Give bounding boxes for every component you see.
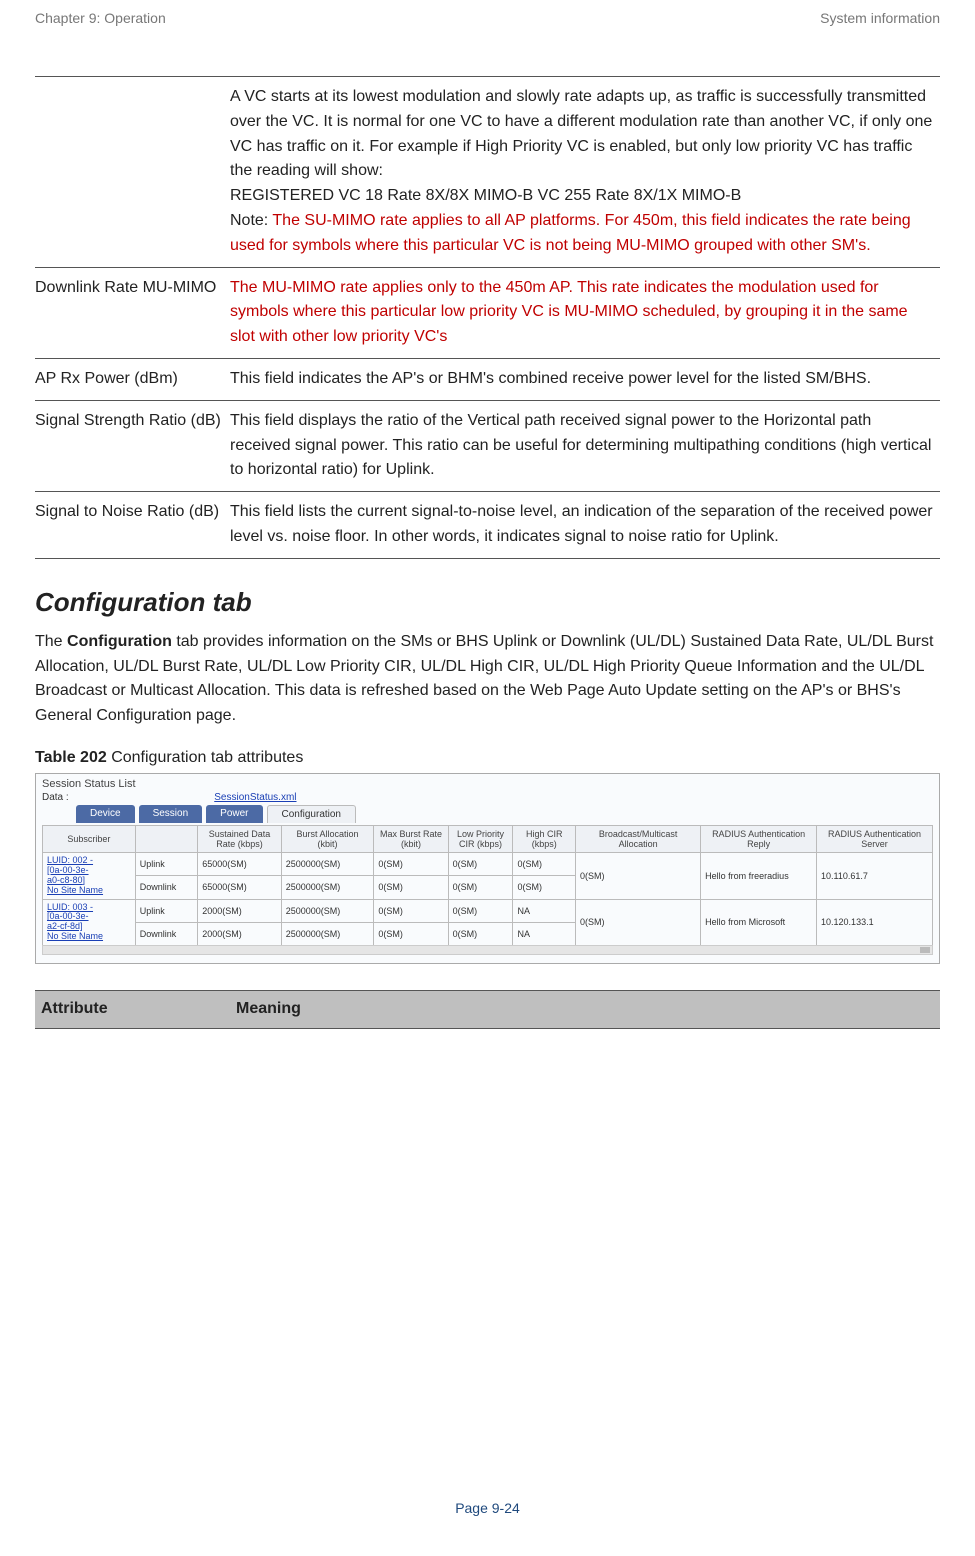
cell-bma: 0(SM) <box>576 899 701 946</box>
tab-configuration[interactable]: Configuration <box>267 805 356 823</box>
cell-mbr: 0(SM) <box>374 876 448 899</box>
cell-sdr: 2000(SM) <box>198 899 281 922</box>
cell-hc: NA <box>513 899 576 922</box>
tab-power[interactable]: Power <box>206 805 262 823</box>
sub-line: No Site Name <box>47 886 131 896</box>
cell-hc: 0(SM) <box>513 852 576 875</box>
cell-mbr: 0(SM) <box>374 922 448 945</box>
col-rar: RADIUS Authentication Reply <box>701 825 817 852</box>
cell-lpc: 0(SM) <box>448 922 513 945</box>
data-line: Data : SessionStatus.xml <box>42 792 933 803</box>
sub-line: No Site Name <box>47 932 131 942</box>
attr-name: AP Rx Power (dBm) <box>35 358 230 400</box>
attr-desc: This field indicates the AP's or BHM's c… <box>230 358 940 400</box>
cell-ras: 10.110.61.7 <box>817 852 933 899</box>
header-right: System information <box>820 10 940 26</box>
attr-body: A VC starts at its lowest modulation and… <box>230 88 932 204</box>
cell-mbr: 0(SM) <box>374 899 448 922</box>
header-attribute: Attribute <box>35 991 230 1029</box>
attr-desc: The MU-MIMO rate applies only to the 450… <box>230 267 940 358</box>
cell-sdr: 65000(SM) <box>198 852 281 875</box>
note-prefix: Note: <box>230 212 272 229</box>
col-ba: Burst Allocation (kbit) <box>281 825 374 852</box>
section-paragraph: The Configuration tab provides informati… <box>35 630 940 729</box>
col-ras: RADIUS Authentication Server <box>817 825 933 852</box>
attr-name: Signal to Noise Ratio (dB) <box>35 492 230 559</box>
table-row: LUID: 002 - [0a-00-3e- a0-c8-80] No Site… <box>43 852 933 875</box>
cell-mbr: 0(SM) <box>374 852 448 875</box>
attr-name <box>35 77 230 268</box>
attribute-table-1: A VC starts at its lowest modulation and… <box>35 76 940 559</box>
para-prefix: The <box>35 633 67 650</box>
cell-lpc: 0(SM) <box>448 899 513 922</box>
header-meaning: Meaning <box>230 991 940 1029</box>
scrollbar-thumb[interactable] <box>920 947 930 953</box>
col-sdr: Sustained Data Rate (kbps) <box>198 825 281 852</box>
cell-ras: 10.120.133.1 <box>817 899 933 946</box>
page-number: Page 9-24 <box>455 1500 520 1516</box>
cell-ba: 2500000(SM) <box>281 876 374 899</box>
cell-ba: 2500000(SM) <box>281 852 374 875</box>
page-footer: Page 9-24 <box>0 1500 975 1516</box>
tab-row: Device Session Power Configuration <box>76 805 933 823</box>
note-red: The SU-MIMO rate applies to all AP platf… <box>230 212 911 254</box>
cell-hc: 0(SM) <box>513 876 576 899</box>
grid-header-row: Subscriber Sustained Data Rate (kbps) Bu… <box>43 825 933 852</box>
para-bold: Configuration <box>67 633 172 650</box>
attr-name: Downlink Rate MU-MIMO <box>35 267 230 358</box>
attr-desc: This field lists the current signal-to-n… <box>230 492 940 559</box>
tab-session[interactable]: Session <box>139 805 203 823</box>
cell-subscriber[interactable]: LUID: 002 - [0a-00-3e- a0-c8-80] No Site… <box>43 852 136 899</box>
data-label: Data : <box>42 792 69 803</box>
table-row: LUID: 003 - [0a-00-3e- a2-cf-8d] No Site… <box>43 899 933 922</box>
cell-dir: Uplink <box>135 852 198 875</box>
attr-desc: A VC starts at its lowest modulation and… <box>230 77 940 268</box>
cell-lpc: 0(SM) <box>448 852 513 875</box>
tab-device[interactable]: Device <box>76 805 135 823</box>
cell-bma: 0(SM) <box>576 852 701 899</box>
panel-title: Session Status List <box>42 778 933 790</box>
cell-rar: Hello from freeradius <box>701 852 817 899</box>
col-mbr: Max Burst Rate (kbit) <box>374 825 448 852</box>
col-bma: Broadcast/Multicast Allocation <box>576 825 701 852</box>
horizontal-scrollbar[interactable] <box>42 945 933 955</box>
cell-ba: 2500000(SM) <box>281 922 374 945</box>
caption-bold: Table 202 <box>35 749 107 766</box>
col-hc: High CIR (kbps) <box>513 825 576 852</box>
attr-desc: This field displays the ratio of the Ver… <box>230 400 940 491</box>
table-caption: Table 202 Configuration tab attributes <box>35 749 940 767</box>
cell-rar: Hello from Microsoft <box>701 899 817 946</box>
cell-dir: Uplink <box>135 899 198 922</box>
cell-hc: NA <box>513 922 576 945</box>
col-subscriber: Subscriber <box>43 825 136 852</box>
col-lpc: Low Priority CIR (kbps) <box>448 825 513 852</box>
attr-name: Signal Strength Ratio (dB) <box>35 400 230 491</box>
section-heading: Configuration tab <box>35 587 940 618</box>
col-blank <box>135 825 198 852</box>
header-left: Chapter 9: Operation <box>35 10 166 26</box>
caption-rest: Configuration tab attributes <box>107 749 304 766</box>
cell-sdr: 65000(SM) <box>198 876 281 899</box>
cell-dir: Downlink <box>135 922 198 945</box>
cell-sdr: 2000(SM) <box>198 922 281 945</box>
page-header: Chapter 9: Operation System information <box>35 10 940 26</box>
cell-subscriber[interactable]: LUID: 003 - [0a-00-3e- a2-cf-8d] No Site… <box>43 899 136 946</box>
attribute-table-2: Attribute Meaning <box>35 990 940 1029</box>
cell-dir: Downlink <box>135 876 198 899</box>
screenshot-figure: Session Status List Data : SessionStatus… <box>35 773 940 964</box>
attr-header-row: Attribute Meaning <box>35 991 940 1029</box>
cell-ba: 2500000(SM) <box>281 899 374 922</box>
attr-body-red: The MU-MIMO rate applies only to the 450… <box>230 279 908 346</box>
cell-lpc: 0(SM) <box>448 876 513 899</box>
config-grid: Subscriber Sustained Data Rate (kbps) Bu… <box>42 825 933 946</box>
data-link[interactable]: SessionStatus.xml <box>214 792 296 803</box>
